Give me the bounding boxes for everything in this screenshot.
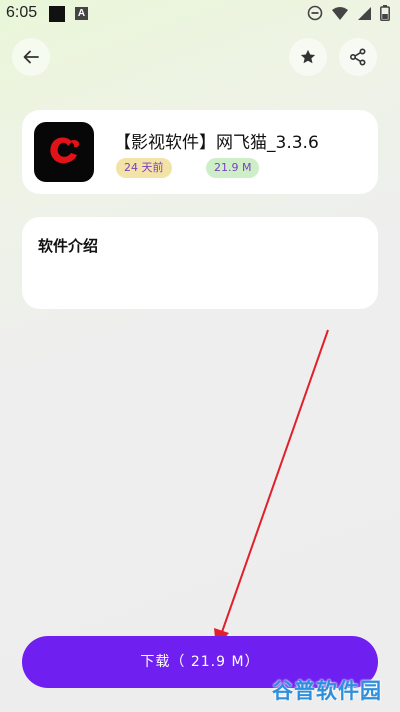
do-not-disturb-icon (307, 5, 323, 21)
arrow-left-icon (23, 50, 39, 64)
app-logo-icon (50, 137, 80, 164)
status-icons (307, 5, 390, 21)
annotation-arrow (214, 329, 329, 648)
signal-icon (358, 6, 371, 20)
watermark-text: 谷普软件园 (272, 679, 382, 703)
notification-square-icon (49, 6, 65, 22)
intro-title: 软件介绍 (38, 237, 99, 255)
star-icon (300, 49, 316, 64)
status-bar: 6:05 A (0, 0, 400, 28)
status-time: 6:05 (6, 4, 38, 21)
favorite-button[interactable] (289, 38, 327, 76)
app-info-card: 【影视软件】网飞猫_3.3.6 24 天前 21.9 M (22, 110, 378, 194)
wifi-icon (332, 6, 348, 20)
app-icon[interactable] (34, 122, 94, 182)
intro-card: 软件介绍 (22, 217, 378, 309)
size-badge: 21.9 M (206, 158, 260, 178)
notification-a-icon: A (75, 7, 88, 20)
app-title: 【影视软件】网飞猫_3.3.6 (114, 133, 319, 153)
share-button[interactable] (339, 38, 377, 76)
updated-badge: 24 天前 (116, 158, 172, 178)
back-button[interactable] (12, 38, 50, 76)
battery-icon (380, 5, 390, 21)
share-icon (349, 48, 366, 66)
